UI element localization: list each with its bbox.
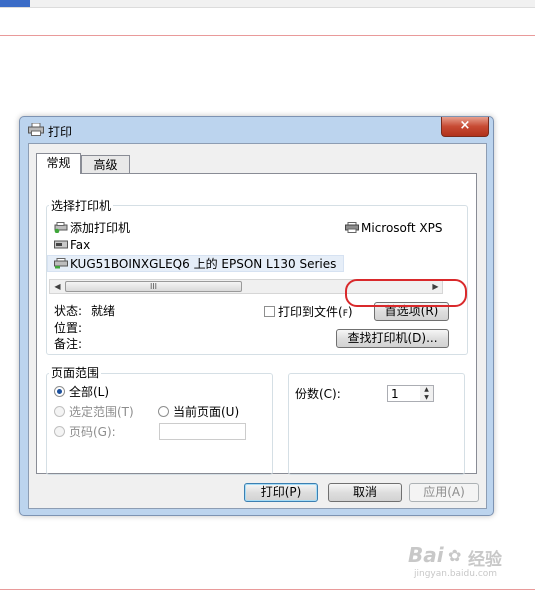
printer-item-fax-label: Fax xyxy=(70,238,91,252)
tab-general[interactable]: 常规 xyxy=(36,153,81,174)
comment-label: 备注: xyxy=(54,337,83,351)
red-highlight-annotation xyxy=(345,279,467,307)
print-dialog: 打印 × 常规 高级 选择打印机 添加打印机 Microsoft XPS Fax… xyxy=(19,116,494,516)
network-printer-icon xyxy=(54,258,68,269)
watermark-paw-icon: ✿ xyxy=(448,546,462,565)
page-range-group-label: 页面范围 xyxy=(49,366,102,380)
browser-top-strip xyxy=(0,0,535,8)
printer-item-fax[interactable]: Fax xyxy=(54,238,90,252)
scrollbar-thumb[interactable]: III xyxy=(65,281,242,292)
pages-input[interactable] xyxy=(159,423,246,440)
add-printer-icon xyxy=(54,222,68,233)
general-tab-panel: 选择打印机 添加打印机 Microsoft XPS Fax KUG51BOINX… xyxy=(36,173,477,475)
tab-advanced[interactable]: 高级 xyxy=(81,155,130,174)
scroll-left-icon[interactable]: ◀ xyxy=(50,280,65,293)
watermark-brand-suffix: 经验 xyxy=(468,550,502,570)
page-range-current-radio[interactable] xyxy=(158,406,169,417)
printer-item-add-label: 添加打印机 xyxy=(70,221,131,235)
close-button[interactable]: × xyxy=(441,117,489,137)
status-value: 就绪 xyxy=(91,304,116,318)
title-bar[interactable]: 打印 × xyxy=(20,117,493,143)
print-to-file-checkbox[interactable] xyxy=(264,306,275,317)
page-divider-bottom xyxy=(0,589,535,590)
copies-label: 份数(C): xyxy=(295,387,341,401)
printer-item-xps-label: Microsoft XPS xyxy=(361,221,443,235)
page-divider-top xyxy=(0,35,535,36)
copies-input[interactable]: 1 xyxy=(387,385,421,402)
printer-item-epson-content[interactable]: KUG51BOINXGLEQ6 上的 EPSON L130 Series xyxy=(54,257,336,271)
close-icon: × xyxy=(459,118,471,133)
page-range-pages-radio[interactable] xyxy=(54,426,65,437)
dialog-client-area: 常规 高级 选择打印机 添加打印机 Microsoft XPS Fax KUG5… xyxy=(28,143,487,509)
select-printer-group-label: 选择打印机 xyxy=(49,199,114,213)
spinner-up-icon[interactable]: ▲ xyxy=(420,386,433,394)
printer-item-epson-label: KUG51BOINXGLEQ6 上的 EPSON L130 Series xyxy=(70,257,337,271)
page-range-selection-radio[interactable] xyxy=(54,406,65,417)
browser-tab-accent xyxy=(0,0,30,7)
print-button[interactable]: 打印(P) xyxy=(244,483,318,502)
printer-icon xyxy=(28,123,44,136)
print-to-file-paren: ) xyxy=(347,305,353,319)
spinner-down-icon[interactable]: ▼ xyxy=(420,394,433,402)
page-range-all-label[interactable]: 全部(L) xyxy=(69,385,109,399)
copies-spinner[interactable]: ▲ ▼ xyxy=(420,385,434,402)
apply-button[interactable]: 应用(A) xyxy=(409,483,479,502)
print-to-file-text: 打印到文件( xyxy=(278,305,343,319)
printer-item-xps[interactable]: Microsoft XPS xyxy=(345,221,443,235)
page-range-pages-label[interactable]: 页码(G): xyxy=(69,425,116,439)
page-range-selection-label[interactable]: 选定范围(T) xyxy=(69,405,134,419)
location-label: 位置: xyxy=(54,321,83,335)
baidu-watermark: Bai ✿ 经验 jingyan.baidu.com xyxy=(408,543,530,583)
watermark-url: jingyan.baidu.com xyxy=(414,569,498,579)
copies-value: 1 xyxy=(391,387,399,401)
printer-icon xyxy=(345,222,359,233)
dialog-title: 打印 xyxy=(48,125,73,139)
status-label: 状态: xyxy=(54,304,83,318)
page-range-all-radio[interactable] xyxy=(54,386,65,397)
print-to-file-label[interactable]: 打印到文件(F) xyxy=(278,305,353,321)
cancel-button[interactable]: 取消 xyxy=(328,483,402,502)
watermark-brand: Bai xyxy=(408,543,444,567)
page-range-current-label[interactable]: 当前页面(U) xyxy=(173,405,239,419)
printer-item-add[interactable]: 添加打印机 xyxy=(54,221,130,235)
fax-icon xyxy=(54,240,68,249)
find-printer-button[interactable]: 查找打印机(D)... xyxy=(336,329,449,348)
